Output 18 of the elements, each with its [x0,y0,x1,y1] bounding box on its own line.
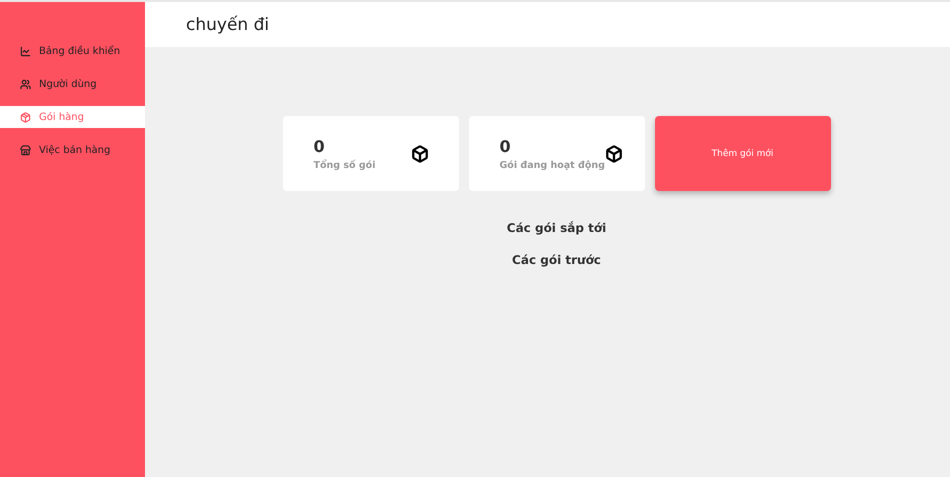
sidebar-item[interactable]: Người dùng [0,73,145,95]
store-icon [20,144,31,156]
page-title: chuyến đi [186,14,270,34]
box-icon [604,144,623,162]
stat-label: Gói đang hoạt động [500,160,605,170]
users-icon [20,78,31,90]
stat-value: 0 [500,136,512,156]
sidebar-item[interactable]: Bảng điều khiển [0,40,145,62]
sidebar-item[interactable]: Gói hàng [0,106,145,128]
box-icon [410,144,428,162]
section-heading: Các gói trước [512,253,601,267]
box-icon [20,112,31,122]
sidebar-item[interactable]: Việc bán hàng [0,139,145,161]
chart-icon [20,46,31,56]
stat-label: Tổng số gói [314,160,376,170]
section-heading: Các gói sắp tới [506,221,606,235]
stat-value: 0 [314,136,326,156]
add-package-button[interactable]: Thêm gói mới [654,116,830,191]
